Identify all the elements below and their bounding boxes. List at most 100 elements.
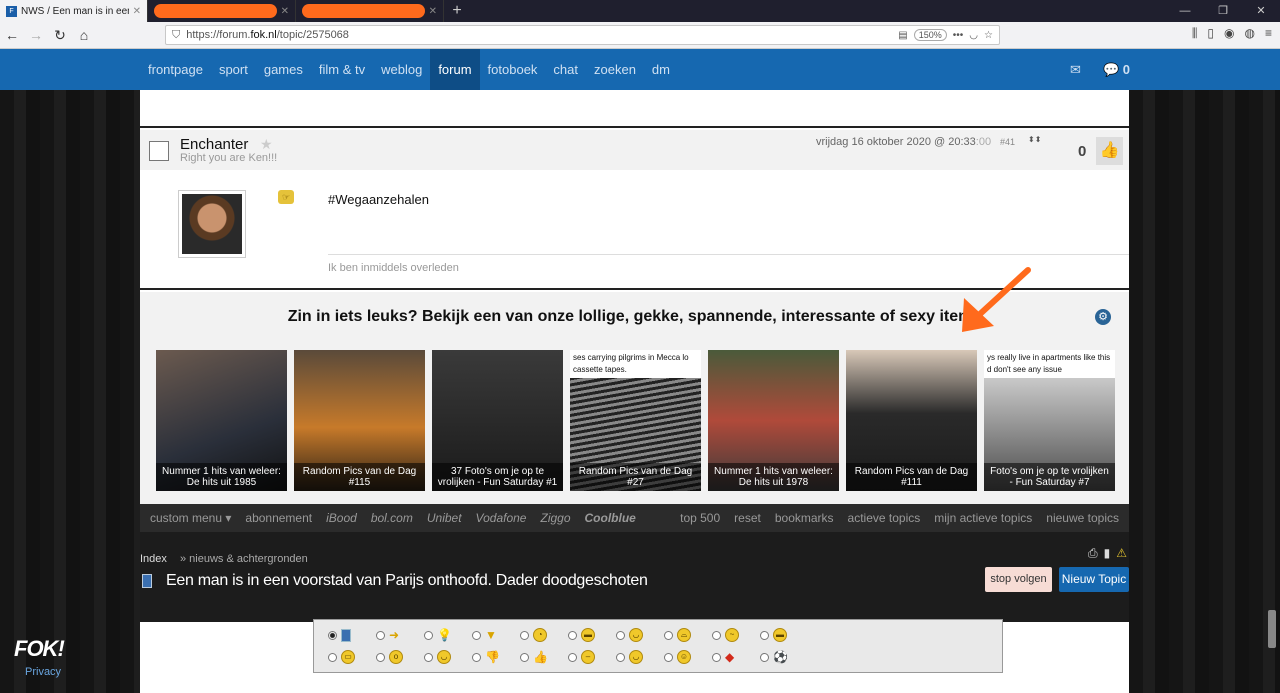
post-icon-option[interactable]: ◡: [424, 650, 472, 664]
post-icon-option[interactable]: ◔: [520, 628, 568, 642]
post-icon-option[interactable]: ▬: [760, 628, 808, 642]
radio[interactable]: [520, 652, 529, 662]
star-icon[interactable]: ★: [260, 136, 273, 153]
radio[interactable]: [472, 652, 481, 662]
nav-fotoboek[interactable]: fotoboek: [480, 49, 546, 90]
ibood-link[interactable]: iBood: [326, 511, 357, 525]
radio[interactable]: [664, 652, 673, 662]
print-icon[interactable]: ⎙: [1088, 546, 1098, 561]
pocket-icon[interactable]: ◡: [969, 30, 978, 41]
sort-arrows-icon[interactable]: ⬍⬍: [1028, 135, 1041, 144]
radio[interactable]: [616, 630, 625, 640]
coolblue-link[interactable]: Coolblue: [585, 511, 636, 525]
nav-dm[interactable]: dm: [644, 49, 678, 90]
restore-icon[interactable]: ❐: [1204, 0, 1242, 22]
post-icon-option[interactable]: ☺: [664, 650, 712, 664]
url-bar[interactable]: ⛉ https://forum.fok.nl/topic/2575068 ▤ 1…: [165, 25, 1000, 45]
radio[interactable]: [424, 630, 433, 640]
breadcrumb-index[interactable]: Index: [140, 553, 167, 565]
post-icon-option[interactable]: [328, 628, 376, 642]
close-icon[interactable]: ✕: [133, 6, 141, 17]
radio[interactable]: [616, 652, 625, 662]
unibet-link[interactable]: Unibet: [427, 511, 462, 525]
post-icon-option[interactable]: o: [376, 650, 424, 664]
radio[interactable]: [760, 652, 769, 662]
warning-icon[interactable]: ⚠: [1116, 546, 1127, 561]
bookmark-icon[interactable]: ▮: [1104, 546, 1111, 561]
radio[interactable]: [376, 652, 385, 662]
new-topics-link[interactable]: nieuwe topics: [1046, 511, 1119, 525]
promo-card[interactable]: 37 Foto's om je op te vrolijken - Fun Sa…: [432, 350, 563, 491]
promo-card[interactable]: Random Pics van de Dag #111: [846, 350, 977, 491]
post-icon-option[interactable]: ◡: [616, 628, 664, 642]
back-icon[interactable]: ←: [0, 24, 24, 46]
stop-following-button[interactable]: stop volgen: [985, 567, 1052, 592]
nav-chat[interactable]: chat: [545, 49, 586, 90]
avatar[interactable]: [178, 190, 246, 258]
post-icon-option[interactable]: ⌓: [664, 628, 712, 642]
post-number[interactable]: #41: [1000, 137, 1015, 147]
library-icon[interactable]: ⫼: [1192, 26, 1198, 41]
reader-icon[interactable]: ▤: [898, 30, 907, 41]
browser-tab-redacted-1[interactable]: ✕: [148, 0, 296, 22]
nav-film-tv[interactable]: film & tv: [311, 49, 373, 90]
promo-card[interactable]: Random Pics van de Dag #115: [294, 350, 425, 491]
close-icon[interactable]: ✕: [281, 6, 289, 17]
nav-zoeken[interactable]: zoeken: [586, 49, 644, 90]
gear-icon[interactable]: ⚙: [1095, 309, 1111, 325]
radio-selected[interactable]: [328, 630, 337, 640]
thumbs-up-button[interactable]: 👍: [1096, 137, 1123, 165]
vodafone-link[interactable]: Vodafone: [476, 511, 527, 525]
browser-tab-active[interactable]: F NWS / Een man is in een voorst ✕: [0, 0, 148, 22]
radio[interactable]: [712, 652, 721, 662]
mail-icon[interactable]: ✉: [1070, 62, 1081, 78]
post-icon-option[interactable]: 👍: [520, 650, 568, 664]
promo-card[interactable]: Nummer 1 hits van weleer: De hits uit 19…: [708, 350, 839, 491]
more-icon[interactable]: •••: [953, 30, 964, 41]
bolcom-link[interactable]: bol.com: [371, 511, 413, 525]
close-icon[interactable]: ✕: [429, 6, 437, 17]
post-icon-option[interactable]: ➜: [376, 628, 424, 642]
ziggo-link[interactable]: Ziggo: [540, 511, 570, 525]
radio[interactable]: [568, 630, 577, 640]
radio[interactable]: [712, 630, 721, 640]
zoom-level[interactable]: 150%: [913, 29, 947, 41]
minimize-icon[interactable]: —: [1166, 0, 1204, 22]
nav-forum[interactable]: forum: [430, 49, 480, 90]
post-username[interactable]: Enchanter: [180, 136, 248, 153]
post-icon-option[interactable]: ⚽: [760, 650, 808, 664]
breadcrumb-section[interactable]: » nieuws & achtergronden: [180, 553, 308, 565]
account-icon[interactable]: ◉: [1224, 26, 1234, 41]
post-icon-option[interactable]: ~: [712, 628, 760, 642]
sidebar-icon[interactable]: ▯: [1207, 26, 1214, 41]
close-window-icon[interactable]: ✕: [1242, 0, 1280, 22]
abonnement-link[interactable]: abonnement: [245, 511, 312, 525]
browser-tab-redacted-2[interactable]: ✕: [296, 0, 444, 22]
custom-menu-link[interactable]: custom menu ▾: [150, 511, 231, 525]
nav-sport[interactable]: sport: [211, 49, 256, 90]
post-icon-option[interactable]: ▭: [328, 650, 376, 664]
promo-card[interactable]: ys really live in apartments like this d…: [984, 350, 1115, 491]
extension-icon[interactable]: ◍: [1245, 26, 1255, 41]
reset-link[interactable]: reset: [734, 511, 761, 525]
scrollbar-thumb[interactable]: [1268, 610, 1276, 648]
top500-link[interactable]: top 500: [680, 511, 720, 525]
radio[interactable]: [568, 652, 577, 662]
post-icon-option[interactable]: ▼: [472, 628, 520, 642]
new-topic-button[interactable]: Nieuw Topic: [1059, 567, 1129, 592]
post-icon-option[interactable]: ◡: [616, 650, 664, 664]
home-icon[interactable]: ⌂: [72, 24, 96, 46]
post-icon-option[interactable]: ▬: [568, 628, 616, 642]
nav-weblog[interactable]: weblog: [373, 49, 430, 90]
nav-games[interactable]: games: [256, 49, 311, 90]
bookmark-star-icon[interactable]: ☆: [984, 30, 993, 41]
active-topics-link[interactable]: actieve topics: [848, 511, 921, 525]
my-active-topics-link[interactable]: mijn actieve topics: [934, 511, 1032, 525]
promo-card[interactable]: Nummer 1 hits van weleer: De hits uit 19…: [156, 350, 287, 491]
radio[interactable]: [520, 630, 529, 640]
nav-frontpage[interactable]: frontpage: [140, 49, 211, 90]
radio[interactable]: [760, 630, 769, 640]
chat-bubble-icon[interactable]: 💬 0: [1103, 62, 1130, 78]
forward-icon[interactable]: →: [24, 24, 48, 46]
reload-icon[interactable]: ↻: [48, 24, 72, 46]
